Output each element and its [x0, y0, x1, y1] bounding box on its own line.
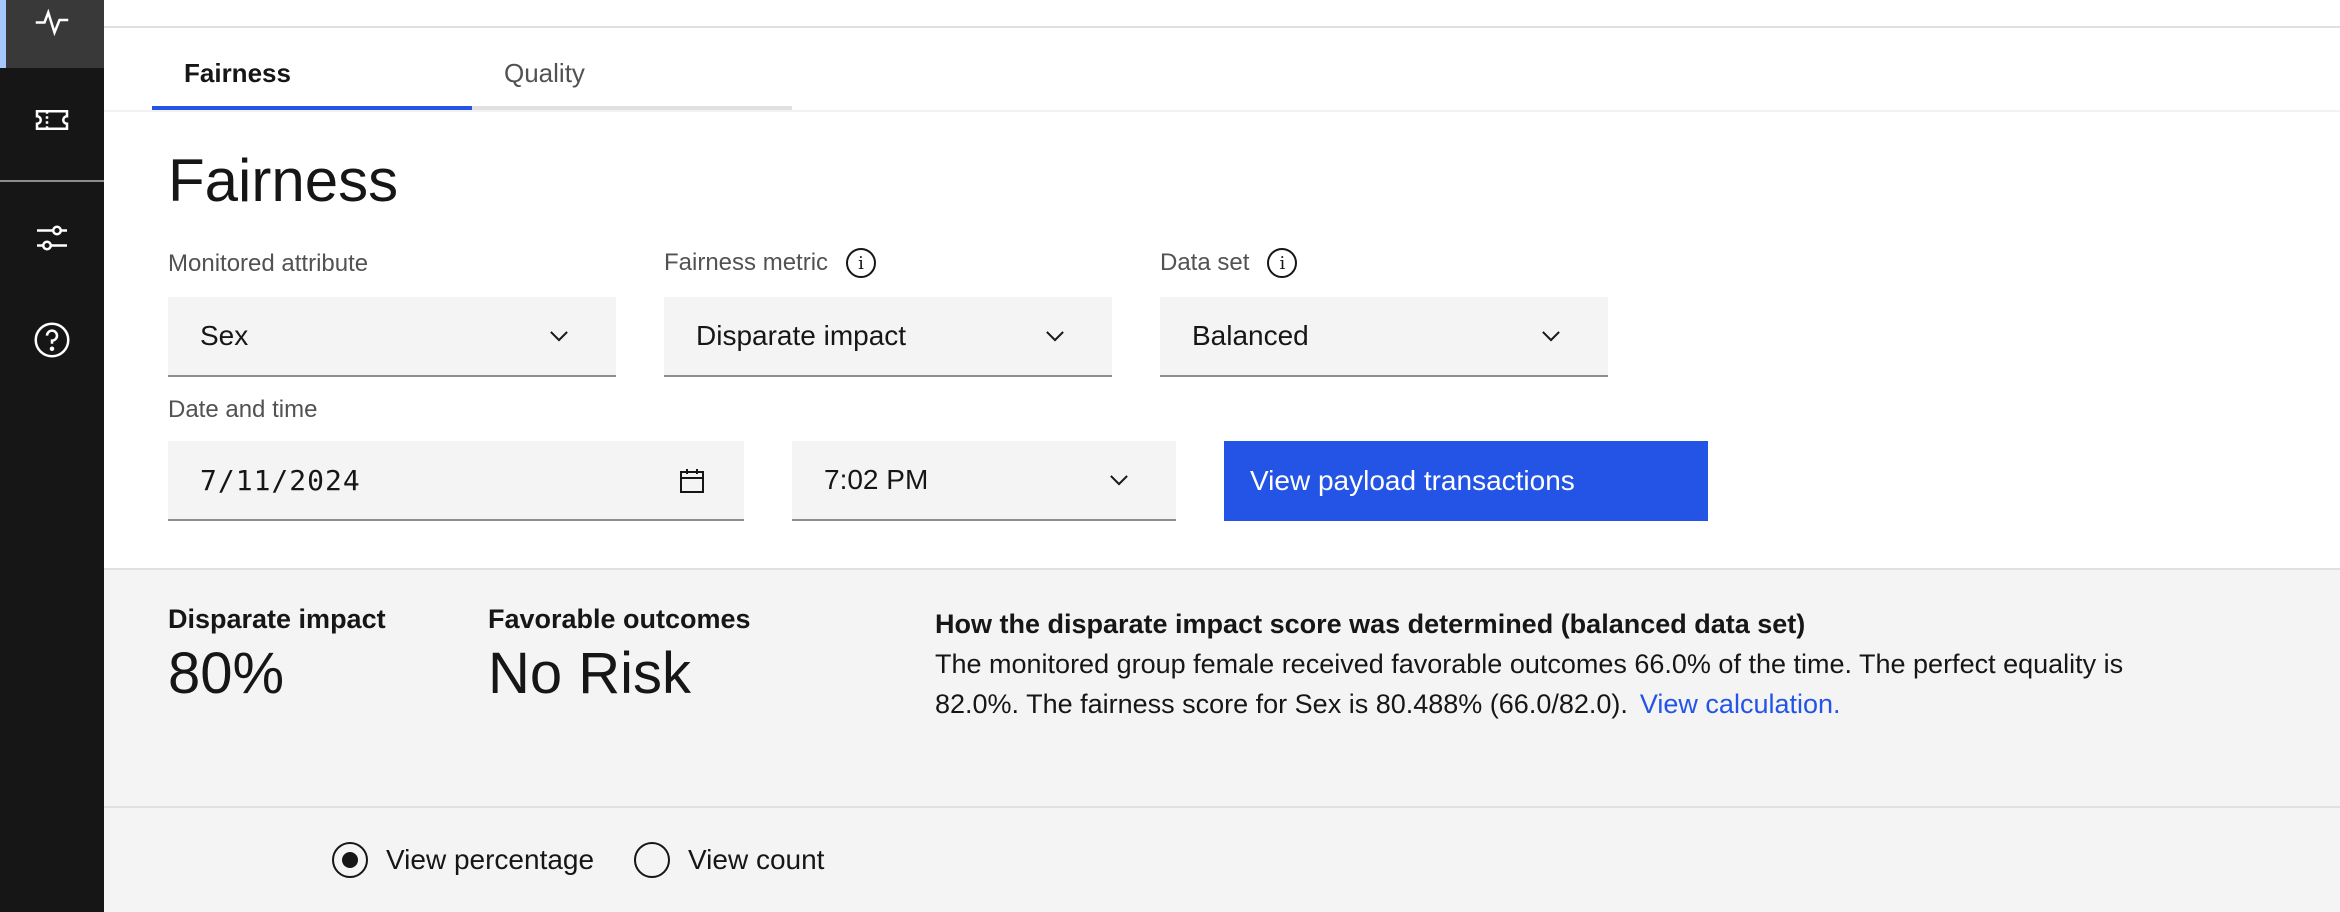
- view-calculation-link[interactable]: View calculation.: [1640, 689, 1841, 719]
- disparate-impact-label: Disparate impact: [168, 604, 386, 634]
- date-input[interactable]: 7/11/2024: [168, 441, 744, 521]
- sidebar-item-help[interactable]: [0, 308, 104, 372]
- radio-button-checked[interactable]: [332, 842, 368, 878]
- select-value: Sex: [200, 320, 249, 351]
- time-select[interactable]: 7:02 PM: [792, 441, 1176, 521]
- chevron-down-icon: [550, 331, 568, 342]
- score-explanation: How the disparate impact score was deter…: [935, 604, 2205, 724]
- label-text: Fairness metric: [664, 249, 829, 276]
- explanation-title: How the disparate impact score was deter…: [935, 609, 1806, 639]
- tab-fairness[interactable]: Fairness: [152, 40, 472, 110]
- help-icon: [34, 322, 70, 358]
- sliders-icon: [37, 225, 67, 251]
- info-icon[interactable]: i: [1267, 248, 1298, 278]
- disparate-impact-value: 80%: [168, 641, 285, 706]
- fairness-metric-select[interactable]: Disparate impact: [664, 297, 1112, 377]
- chevron-down-icon: [1542, 331, 1560, 342]
- page-title: Fairness: [168, 147, 399, 214]
- chevron-down-icon: [1110, 475, 1128, 486]
- data-set-select[interactable]: Balanced: [1160, 297, 1608, 377]
- radio-label: View percentage: [386, 844, 595, 875]
- explanation-body: The monitored group female received favo…: [935, 649, 2124, 719]
- label-text: Date and time: [168, 396, 318, 423]
- sidebar-item-ticket[interactable]: [0, 88, 104, 152]
- select-value: Balanced: [1192, 320, 1309, 351]
- date-time-label: Date and time: [168, 396, 317, 424]
- fairness-metric-label: Fairness metric i: [664, 248, 877, 278]
- view-payload-transactions-button[interactable]: View payload transactions: [1224, 441, 1708, 521]
- sidebar-item-monitoring[interactable]: [0, 0, 104, 68]
- tab-label: Fairness: [184, 57, 291, 88]
- monitored-attribute-select[interactable]: Sex: [168, 297, 616, 377]
- date-value: 7/11/2024: [200, 463, 361, 497]
- tab-divider: [104, 110, 2340, 112]
- data-set-label: Data set i: [1160, 248, 1298, 278]
- favorable-outcomes-value: No Risk: [488, 641, 692, 706]
- view-count-option[interactable]: View count: [634, 842, 824, 878]
- radio-button[interactable]: [634, 842, 670, 878]
- label-text: Data set: [1160, 249, 1250, 276]
- calendar-icon[interactable]: [676, 465, 708, 497]
- sidebar-divider: [0, 180, 104, 182]
- activity-icon: [0, 0, 104, 40]
- radio-label: View count: [688, 844, 825, 875]
- info-icon[interactable]: i: [846, 248, 877, 278]
- sidebar-item-settings[interactable]: [0, 206, 104, 270]
- monitored-attribute-label: Monitored attribute: [168, 250, 368, 278]
- favorable-outcomes-label: Favorable outcomes: [488, 604, 751, 634]
- view-percentage-option[interactable]: View percentage: [332, 842, 594, 878]
- time-value: 7:02 PM: [824, 464, 929, 495]
- select-value: Disparate impact: [696, 320, 907, 351]
- label-text: Monitored attribute: [168, 250, 369, 277]
- tab-quality[interactable]: Quality: [472, 40, 792, 110]
- ticket-icon: [35, 110, 69, 130]
- chevron-down-icon: [1046, 331, 1064, 342]
- tab-label: Quality: [504, 57, 585, 88]
- sidebar: [0, 0, 104, 912]
- header-strip: [104, 0, 2340, 28]
